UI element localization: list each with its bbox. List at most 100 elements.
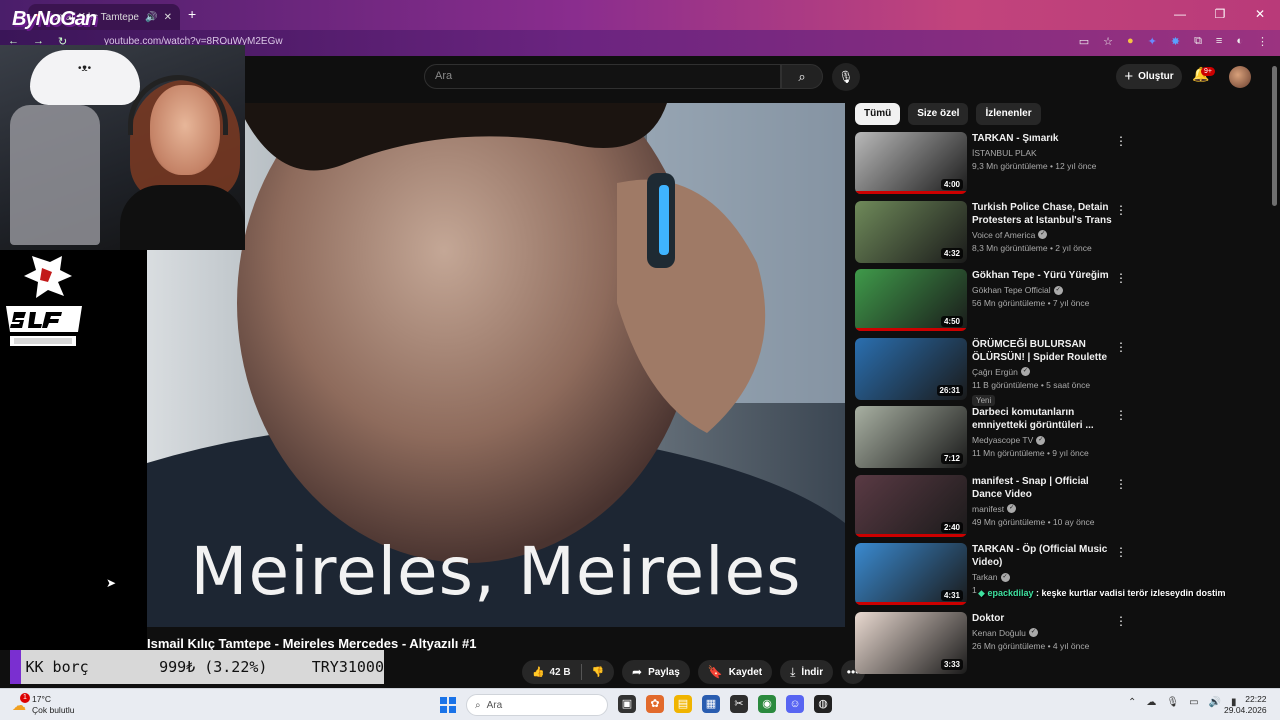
more-options-icon[interactable]: ⋮ xyxy=(1115,545,1127,559)
speaker-icon[interactable]: 🔊 xyxy=(145,12,157,23)
weather-condition: Çok bulutlu xyxy=(32,705,75,715)
menu-dots-icon[interactable]: ⋮ xyxy=(1257,35,1268,48)
voice-search-button[interactable]: 🎙 xyxy=(832,63,860,91)
start-button[interactable] xyxy=(440,697,456,713)
browser-tab-bar: ▶ Ismail Kılıç Tamtepe - M 🔊 ✕ + — ❐ ✕ xyxy=(0,0,1280,30)
channel-name[interactable]: Tarkan xyxy=(972,572,998,582)
more-options-icon[interactable]: ⋮ xyxy=(1115,614,1127,628)
extension-icon[interactable]: ✦ xyxy=(1148,35,1157,48)
taskbar-search-input[interactable]: ⌕ Ara xyxy=(466,694,608,716)
video-thumbnail[interactable]: 4:31 xyxy=(855,543,967,605)
video-player[interactable]: Meireles, Meireles xyxy=(147,103,845,627)
more-options-icon[interactable]: ⋮ xyxy=(1115,477,1127,491)
close-window-icon[interactable]: ✕ xyxy=(1240,0,1280,30)
close-tab-icon[interactable]: ✕ xyxy=(164,12,172,23)
weather-widget[interactable]: ☁ 1 17°C Çok bulutlu xyxy=(12,692,75,716)
video-actions: 👍 42 B 👎 ➦ Paylaş 🔖 Kaydet ⤓ İndir ••• xyxy=(522,660,866,684)
recommendation-item[interactable]: 4:50 Gökhan Tepe - Yürü Yüreğim Gökhan Tep… xyxy=(855,269,1135,338)
create-button[interactable]: + Oluştur xyxy=(1116,64,1182,89)
channel-name[interactable]: Medyascope TV xyxy=(972,435,1033,445)
taskbar-clock[interactable]: 22:22 29.04.2026 xyxy=(1224,694,1267,716)
puzzle-icon[interactable]: ⧉ xyxy=(1194,35,1202,48)
display-icon[interactable]: ▭ xyxy=(1189,697,1198,708)
recommendation-title[interactable]: ÖRÜMCEĞİ BULURSAN ÖLÜRSÜN! | Spider Roul… xyxy=(972,338,1112,364)
recommendation-title[interactable]: Turkish Police Chase, Detain Protesters … xyxy=(972,201,1112,227)
recommendation-item[interactable]: 2:40 manifest - Snap | Official Dance Vid… xyxy=(855,474,1135,544)
channel-name[interactable]: Kenan Doğulu xyxy=(972,628,1026,638)
cloud-sun-icon: ☁ 1 xyxy=(12,692,30,714)
video-thumbnail[interactable]: 2:40 xyxy=(855,474,967,537)
video-thumbnail[interactable]: 7:12 xyxy=(855,406,967,468)
chip-filter[interactable]: Size özel xyxy=(908,103,969,125)
download-button[interactable]: ⤓ İndir xyxy=(780,660,834,684)
download-icon: ⤓ xyxy=(790,664,796,679)
minimize-icon[interactable]: — xyxy=(1160,0,1200,30)
dislike-button[interactable]: 👎 xyxy=(582,667,614,678)
profile-icon[interactable]: ◐ xyxy=(1236,35,1243,48)
recommendation-item[interactable]: 4:00 TARKAN - Şımarık İSTANBUL PLAK 9,3 Mn … xyxy=(855,132,1135,201)
video-title: Ismail Kılıç Tamtepe - Meireles Mercedes… xyxy=(147,636,477,651)
playlist-icon[interactable]: ≡ xyxy=(1216,35,1222,48)
recommendation-item[interactable]: 26:31 ÖRÜMCEĞİ BULURSAN ÖLÜRSÜN! | Spider… xyxy=(855,337,1135,407)
volume-icon[interactable]: 🔊 xyxy=(1209,697,1221,708)
extension-icon[interactable]: ✸ xyxy=(1171,35,1180,48)
video-thumbnail[interactable]: 26:31 xyxy=(855,337,967,400)
chevron-up-icon[interactable]: ⌃ xyxy=(1128,697,1136,708)
recommendation-title[interactable]: TARKAN - Öp (Official Music Video) xyxy=(972,543,1112,569)
store-icon[interactable]: ▦ xyxy=(702,695,720,713)
more-options-icon[interactable]: ⋮ xyxy=(1115,408,1127,422)
search-button[interactable]: ⌕ xyxy=(781,64,823,89)
video-subtitle: Meireles, Meireles xyxy=(190,533,802,610)
bookmark-star-icon[interactable]: ☆ xyxy=(1103,35,1113,48)
obs-icon[interactable]: ◍ xyxy=(814,695,832,713)
microphone-icon[interactable]: 🎙 xyxy=(1166,697,1179,708)
channel-name[interactable]: İSTANBUL PLAK xyxy=(972,148,1037,158)
scrollbar-thumb[interactable] xyxy=(1272,66,1277,206)
chip-filter[interactable]: Tümü xyxy=(855,103,901,125)
restore-icon[interactable]: ❐ xyxy=(1200,0,1240,30)
duration-badge: 2:40 xyxy=(940,521,963,533)
task-view-icon[interactable]: ▣ xyxy=(618,695,636,713)
recommendation-item[interactable]: 4:32 Turkish Police Chase, Detain Protest… xyxy=(855,200,1135,270)
recommendation-title[interactable]: Gökhan Tepe - Yürü Yüreğim xyxy=(972,269,1112,282)
file-explorer-icon[interactable]: ▤ xyxy=(674,695,692,713)
more-options-icon[interactable]: ⋮ xyxy=(1115,134,1127,148)
recommendation-item[interactable]: 3:33 Doktor Kenan Doğulu ✓ 26 Mn görüntüleme… xyxy=(855,611,1135,681)
channel-name[interactable]: Voice of America xyxy=(972,230,1035,240)
streamer-body xyxy=(120,185,245,250)
new-tab-button[interactable]: + xyxy=(188,6,196,22)
recommendation-item[interactable]: 7:12 Darbeci komutanların emniyetteki gör… xyxy=(855,406,1135,475)
weather-text: 17°C Çok bulutlu xyxy=(32,694,75,716)
more-options-icon[interactable]: ⋮ xyxy=(1115,271,1127,285)
capcut-icon[interactable]: ✂ xyxy=(730,695,748,713)
like-button[interactable]: 👍 42 B xyxy=(522,667,581,678)
channel-name[interactable]: Gökhan Tepe Official xyxy=(972,285,1051,295)
channel-name[interactable]: Çağrı Ergün xyxy=(972,367,1018,377)
recommendation-title[interactable]: Darbeci komutanların emniyetteki görüntü… xyxy=(972,406,1112,432)
chrome-icon[interactable]: ◉ xyxy=(758,695,776,713)
video-thumbnail[interactable]: 4:00 xyxy=(855,132,967,194)
recommendation-title[interactable]: Doktor xyxy=(972,612,1112,625)
more-options-icon[interactable]: ⋮ xyxy=(1115,203,1127,217)
channel-name[interactable]: manifest xyxy=(972,504,1004,514)
recommendation-title[interactable]: TARKAN - Şımarık xyxy=(972,132,1112,145)
cast-icon[interactable]: ▭ xyxy=(1079,35,1089,48)
video-thumbnail[interactable]: 4:50 xyxy=(855,269,967,331)
chip-filter[interactable]: İzlenenler xyxy=(976,103,1041,125)
bunny-face-icon: •ᴥ• xyxy=(78,63,92,74)
copilot-icon[interactable]: ✿ xyxy=(646,695,664,713)
verified-check-icon: ✓ xyxy=(1053,285,1063,295)
share-button[interactable]: ➦ Paylaş xyxy=(622,660,690,684)
video-thumbnail[interactable]: 3:33 xyxy=(855,611,967,674)
network-cloud-icon[interactable]: ☁ xyxy=(1146,697,1156,708)
video-thumbnail[interactable]: 4:32 xyxy=(855,200,967,263)
save-button[interactable]: 🔖 Kaydet xyxy=(697,660,773,684)
temperature: 17°C xyxy=(32,694,51,704)
recommendation-title[interactable]: manifest - Snap | Official Dance Video xyxy=(972,475,1112,501)
discord-icon[interactable]: ☺ xyxy=(786,695,804,713)
search-input[interactable]: Ara xyxy=(424,64,781,89)
more-options-icon[interactable]: ⋮ xyxy=(1115,340,1127,354)
recommendation-item[interactable]: 4:31 TARKAN - Öp (Official Music Video) Ta… xyxy=(855,543,1135,612)
avatar[interactable] xyxy=(1229,66,1251,88)
extension-icon[interactable]: ● xyxy=(1127,35,1134,48)
